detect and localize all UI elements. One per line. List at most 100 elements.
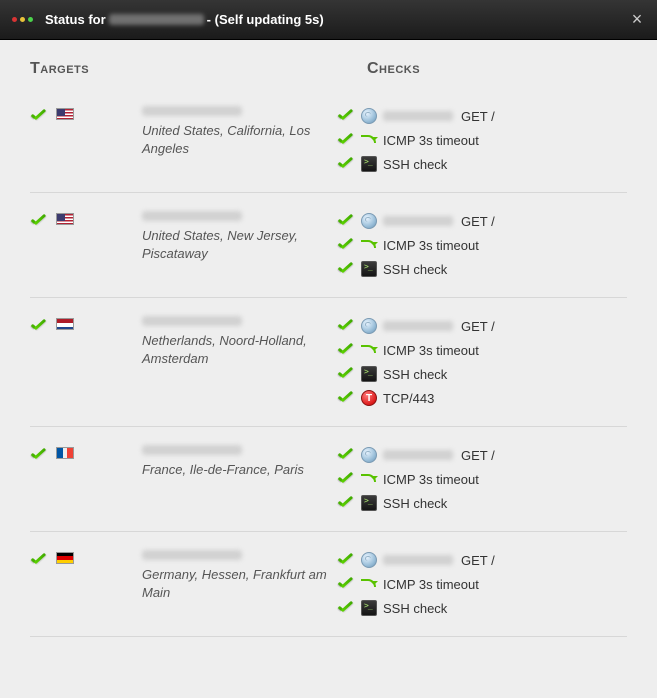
target-info: United States, California, Los Angeles [142,106,337,174]
check-label: GET / [461,109,495,124]
close-button[interactable]: × [629,12,645,28]
title-suffix: - (Self updating 5s) [207,12,629,27]
target-status-flags [30,550,142,618]
target-row: Germany, Hessen, Frankfurt am Main GET / I… [30,532,627,637]
target-location: France, Ile-de-France, Paris [142,461,327,479]
status-ok-icon [30,108,48,124]
check-ok-icon [337,495,355,511]
check-label: GET / [461,553,495,568]
check-label: ICMP 3s timeout [383,133,479,148]
target-row: France, Ile-de-France, Paris GET / ICMP 3s… [30,427,627,532]
check-item-icmp: ICMP 3s timeout [337,130,627,150]
window-header: Status for - (Self updating 5s) × [0,0,657,40]
status-ok-icon [30,552,48,568]
icmp-arrow-icon [361,342,377,358]
checks-list: GET / ICMP 3s timeout SSH check [337,550,627,618]
check-item-ssh: SSH check [337,493,627,513]
target-info: Netherlands, Noord-Holland, Amsterdam [142,316,337,408]
check-label: SSH check [383,601,447,616]
terminal-icon [361,261,377,277]
globe-icon [361,447,377,463]
status-ok-icon [30,447,48,463]
redacted-target-name [142,106,242,116]
redacted-target-name [142,550,242,560]
checks-list: GET / ICMP 3s timeout SSH check [337,211,627,279]
flag-de-icon [56,552,74,564]
check-ok-icon [337,108,355,124]
check-item-get: GET / [337,316,627,336]
redacted-check-host [383,216,453,226]
check-label: ICMP 3s timeout [383,343,479,358]
check-ok-icon [337,366,355,382]
check-label: GET / [461,319,495,334]
redacted-target-name [142,211,242,221]
check-ok-icon [337,600,355,616]
icmp-arrow-icon [361,237,377,253]
check-ok-icon [337,390,355,406]
check-item-get: GET / [337,211,627,231]
target-status-flags [30,211,142,279]
check-ok-icon [337,318,355,334]
redacted-target-name [142,445,242,455]
check-ok-icon [337,342,355,358]
check-label: SSH check [383,367,447,382]
globe-icon [361,552,377,568]
terminal-icon [361,495,377,511]
target-location: United States, California, Los Angeles [142,122,327,157]
icmp-arrow-icon [361,132,377,148]
check-label: SSH check [383,262,447,277]
check-item-icmp: ICMP 3s timeout [337,574,627,594]
dot-red [12,17,17,22]
check-ok-icon [337,132,355,148]
check-ok-icon [337,576,355,592]
title-prefix: Status for [45,12,106,27]
check-item-ssh: SSH check [337,154,627,174]
target-row: United States, New Jersey, Piscataway GET… [30,193,627,298]
check-ok-icon [337,447,355,463]
check-item-icmp: ICMP 3s timeout [337,235,627,255]
dot-yellow [20,17,25,22]
check-item-get: GET / [337,550,627,570]
check-item-ssh: SSH check [337,259,627,279]
check-item-icmp: ICMP 3s timeout [337,469,627,489]
targets-heading: Targets [30,60,367,78]
check-label: TCP/443 [383,391,434,406]
status-dots [12,17,33,22]
redacted-check-host [383,111,453,121]
target-status-flags [30,445,142,513]
check-item-get: GET / [337,445,627,465]
status-ok-icon [30,213,48,229]
tcp-badge-icon: T [361,390,377,406]
target-location: Germany, Hessen, Frankfurt am Main [142,566,327,601]
check-label: SSH check [383,157,447,172]
target-info: Germany, Hessen, Frankfurt am Main [142,550,337,618]
redacted-check-host [383,555,453,565]
redacted-hostname [109,14,204,25]
content-area: Targets Checks United States, California… [0,40,657,657]
check-ok-icon [337,237,355,253]
target-status-flags [30,106,142,174]
terminal-icon [361,366,377,382]
check-ok-icon [337,552,355,568]
check-item-get: GET / [337,106,627,126]
target-info: United States, New Jersey, Piscataway [142,211,337,279]
checks-heading: Checks [367,60,627,78]
terminal-icon [361,600,377,616]
check-item-ssh: SSH check [337,598,627,618]
status-ok-icon [30,318,48,334]
check-label: ICMP 3s timeout [383,238,479,253]
target-row: Netherlands, Noord-Holland, Amsterdam GET… [30,298,627,427]
globe-icon [361,213,377,229]
checks-list: GET / ICMP 3s timeout SSH check [337,106,627,174]
icmp-arrow-icon [361,471,377,487]
redacted-target-name [142,316,242,326]
flag-us-icon [56,108,74,120]
check-ok-icon [337,471,355,487]
check-label: GET / [461,214,495,229]
target-location: United States, New Jersey, Piscataway [142,227,327,262]
check-ok-icon [337,213,355,229]
checks-list: GET / ICMP 3s timeout SSH check T TCP/443 [337,316,627,408]
dot-green [28,17,33,22]
target-location: Netherlands, Noord-Holland, Amsterdam [142,332,327,367]
redacted-check-host [383,450,453,460]
